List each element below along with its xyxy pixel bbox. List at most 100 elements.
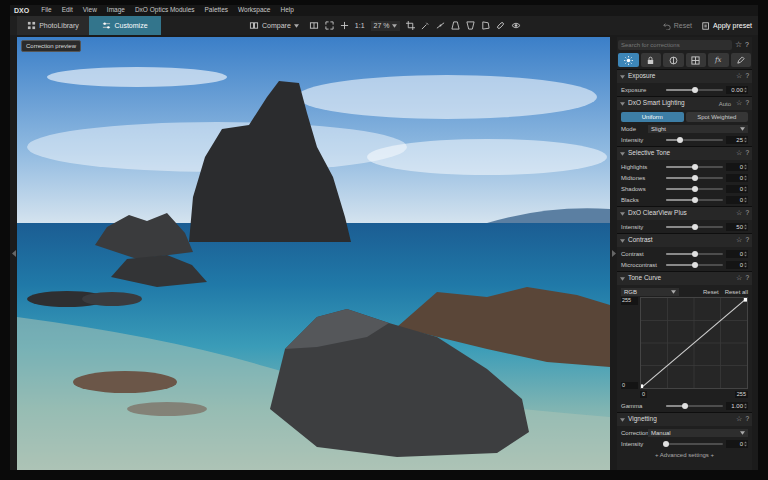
eyedropper-icon[interactable] bbox=[421, 21, 430, 30]
menu-item[interactable]: Image bbox=[107, 7, 125, 14]
favorite-star[interactable]: ☆ bbox=[736, 73, 742, 80]
palette-tab[interactable] bbox=[663, 53, 684, 67]
slider-knob[interactable] bbox=[692, 262, 698, 268]
value-field[interactable]: 50 bbox=[726, 223, 748, 231]
palette-header[interactable]: Exposure☆? bbox=[617, 70, 752, 83]
favorite-star[interactable]: ☆ bbox=[736, 210, 742, 217]
value-field[interactable]: 0 bbox=[726, 261, 748, 269]
collapse-icon[interactable] bbox=[620, 239, 625, 243]
menu-item[interactable]: Help bbox=[280, 7, 293, 14]
spinner-icon[interactable] bbox=[744, 403, 747, 409]
spinner-icon[interactable] bbox=[744, 262, 747, 268]
palette-tab[interactable] bbox=[618, 53, 639, 67]
curve-top-field[interactable]: 255 bbox=[621, 297, 638, 305]
curve-bottom-right-field[interactable]: 255 bbox=[735, 391, 748, 399]
workspace-tab[interactable]: Customize bbox=[89, 16, 161, 35]
slider-knob[interactable] bbox=[692, 175, 698, 181]
palette-header[interactable]: DxO Smart LightingAuto☆? bbox=[617, 97, 752, 110]
value-field[interactable]: 0 bbox=[726, 250, 748, 258]
slider-knob[interactable] bbox=[677, 137, 683, 143]
search-field[interactable] bbox=[618, 40, 732, 50]
value-field[interactable]: 0 bbox=[726, 163, 748, 171]
palette-header[interactable]: Selective Tone☆? bbox=[617, 147, 752, 160]
reset-button[interactable]: Reset bbox=[663, 16, 692, 35]
favorites-star[interactable]: ☆ bbox=[735, 41, 742, 49]
help-button[interactable]: ? bbox=[745, 237, 749, 244]
help-button[interactable]: ? bbox=[745, 73, 749, 80]
menu-item[interactable]: Workspace bbox=[238, 7, 270, 14]
slider-track[interactable] bbox=[666, 405, 723, 407]
dropdown[interactable]: Manual bbox=[648, 429, 748, 437]
favorite-star[interactable]: ☆ bbox=[736, 150, 742, 157]
spinner-icon[interactable] bbox=[744, 87, 747, 93]
help-button[interactable]: ? bbox=[745, 275, 749, 282]
slider-track[interactable] bbox=[666, 89, 723, 91]
collapse-right-icon[interactable] bbox=[612, 250, 616, 257]
help-button[interactable]: ? bbox=[745, 100, 749, 107]
slider-track[interactable] bbox=[666, 177, 723, 179]
repair-icon[interactable] bbox=[496, 21, 505, 30]
slider-track[interactable] bbox=[666, 139, 723, 141]
value-field[interactable]: 0.00 bbox=[726, 86, 748, 94]
volume-icon[interactable] bbox=[466, 21, 475, 30]
perspective-icon[interactable] bbox=[451, 21, 460, 30]
spinner-icon[interactable] bbox=[744, 441, 747, 447]
palette-header[interactable]: Vignetting☆? bbox=[617, 413, 752, 426]
spinner-icon[interactable] bbox=[744, 175, 747, 181]
slider-track[interactable] bbox=[666, 188, 723, 190]
mode-button[interactable]: Spot Weighted bbox=[686, 112, 749, 122]
rectangle-icon[interactable] bbox=[481, 21, 490, 30]
collapse-icon[interactable] bbox=[620, 418, 625, 422]
slider-knob[interactable] bbox=[692, 197, 698, 203]
collapse-icon[interactable] bbox=[620, 277, 625, 281]
slider-track[interactable] bbox=[666, 166, 723, 168]
help-button[interactable]: ? bbox=[745, 41, 751, 48]
palette-tab[interactable] bbox=[686, 53, 707, 67]
curve-bottom-left-field[interactable]: 0 bbox=[640, 391, 647, 399]
value-field[interactable]: 0 bbox=[726, 174, 748, 182]
curve-reset-button[interactable]: Reset bbox=[703, 289, 719, 295]
slider-track[interactable] bbox=[666, 226, 723, 228]
spinner-icon[interactable] bbox=[744, 137, 747, 143]
spinner-icon[interactable] bbox=[744, 251, 747, 257]
palette-header[interactable]: DxO ClearView Plus☆? bbox=[617, 207, 752, 220]
crop-icon[interactable] bbox=[406, 21, 415, 30]
slider-track[interactable] bbox=[666, 264, 723, 266]
advanced-settings-link[interactable]: + Advanced settings + bbox=[655, 452, 714, 458]
compare-button[interactable]: Compare bbox=[249, 21, 299, 30]
menu-item[interactable]: Edit bbox=[62, 7, 73, 14]
favorite-star[interactable]: ☆ bbox=[736, 237, 742, 244]
favorite-star[interactable]: ☆ bbox=[736, 416, 742, 423]
channel-select[interactable]: RGB bbox=[621, 288, 679, 296]
collapse-icon[interactable] bbox=[620, 75, 625, 79]
value-field[interactable]: 1.00 bbox=[726, 402, 748, 410]
slider-knob[interactable] bbox=[692, 186, 698, 192]
zoom-1-1-button[interactable]: 1:1 bbox=[355, 22, 365, 29]
slider-track[interactable] bbox=[666, 253, 723, 255]
fit-icon[interactable] bbox=[325, 21, 334, 30]
slider-knob[interactable] bbox=[682, 403, 688, 409]
slider-knob[interactable] bbox=[692, 87, 698, 93]
collapse-icon[interactable] bbox=[620, 152, 625, 156]
palette-header[interactable]: Contrast☆? bbox=[617, 234, 752, 247]
favorite-star[interactable]: ☆ bbox=[736, 275, 742, 282]
slider-knob[interactable] bbox=[692, 251, 698, 257]
spinner-icon[interactable] bbox=[744, 197, 747, 203]
move-icon[interactable] bbox=[340, 21, 349, 30]
auto-badge[interactable]: Auto bbox=[719, 101, 731, 107]
menu-item[interactable]: Palettes bbox=[205, 7, 229, 14]
split-view-icon[interactable] bbox=[309, 21, 319, 30]
collapse-icon[interactable] bbox=[620, 102, 625, 106]
value-field[interactable]: 0 bbox=[726, 196, 748, 204]
spinner-icon[interactable] bbox=[744, 186, 747, 192]
curve-left-field[interactable]: 0 bbox=[621, 382, 638, 390]
eye-icon[interactable] bbox=[511, 21, 521, 30]
menu-item[interactable]: File bbox=[41, 7, 51, 14]
slider-track[interactable] bbox=[666, 199, 723, 201]
palette-header[interactable]: Tone Curve☆? bbox=[617, 272, 752, 285]
slider-knob[interactable] bbox=[692, 224, 698, 230]
value-field[interactable]: 25 bbox=[726, 136, 748, 144]
curve-reset-all-button[interactable]: Reset all bbox=[725, 289, 748, 295]
collapse-left-icon[interactable] bbox=[12, 250, 16, 257]
help-button[interactable]: ? bbox=[745, 416, 749, 423]
